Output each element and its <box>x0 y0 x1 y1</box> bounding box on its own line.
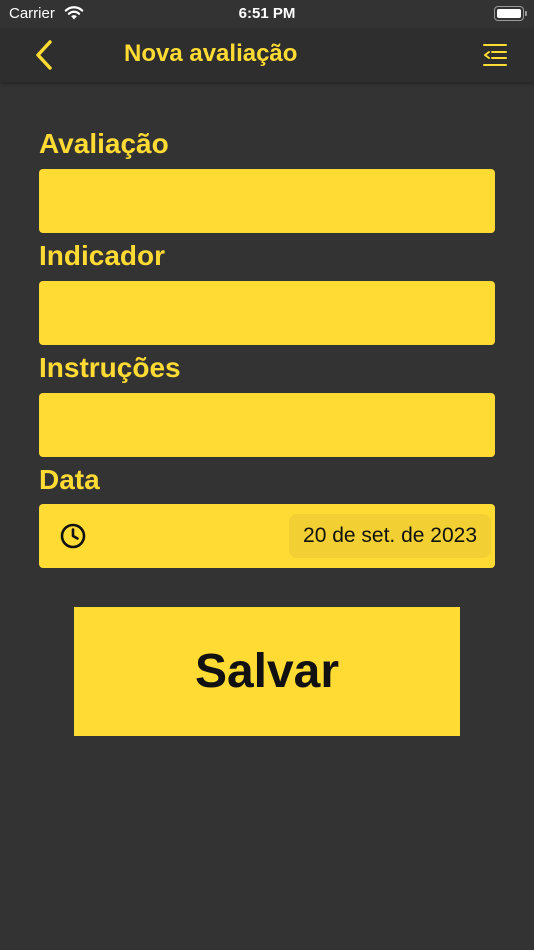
status-bar: Carrier 6:51 PM <box>0 0 534 28</box>
clock-icon <box>60 523 86 549</box>
date-picker-row: 20 de set. de 2023 <box>39 504 495 568</box>
instrucoes-input[interactable] <box>39 393 495 457</box>
menu-button[interactable] <box>480 40 510 70</box>
date-picker-button[interactable]: 20 de set. de 2023 <box>289 514 491 558</box>
avaliacao-label: Avaliação <box>39 128 169 159</box>
indicador-input[interactable] <box>39 281 495 345</box>
avaliacao-input[interactable] <box>39 169 495 233</box>
back-button[interactable] <box>28 38 64 72</box>
battery-icon <box>494 6 527 21</box>
navigation-bar: Nova avaliação <box>0 28 534 82</box>
indicador-label: Indicador <box>39 240 166 271</box>
save-button[interactable]: Salvar <box>74 607 460 736</box>
page-title: Nova avaliação <box>124 40 298 67</box>
app-screen: Carrier 6:51 PM Nova avaliação Avaliação… <box>0 0 534 950</box>
data-label: Data <box>39 464 100 495</box>
chevron-left-icon <box>36 40 52 70</box>
list-indent-icon <box>483 44 507 66</box>
instrucoes-label: Instruções <box>39 352 181 383</box>
status-time: 6:51 PM <box>238 5 296 22</box>
